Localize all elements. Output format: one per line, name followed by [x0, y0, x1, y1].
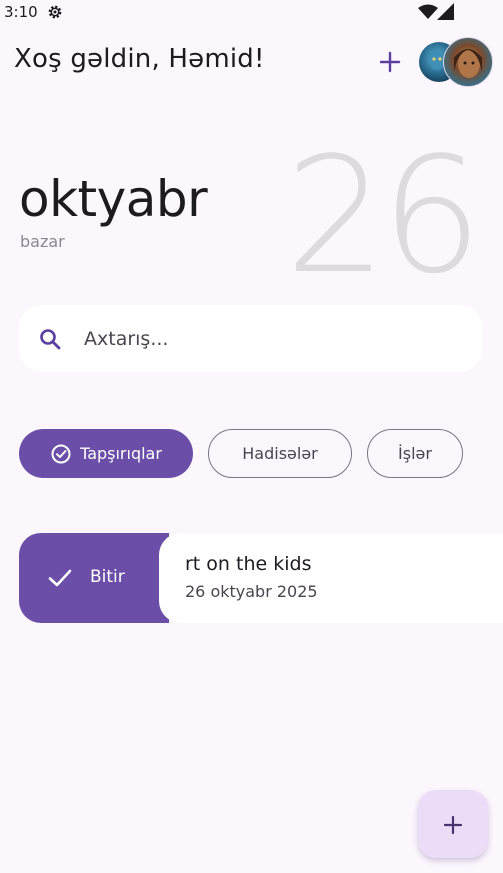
- complete-button-label: Bitir: [90, 567, 125, 587]
- wifi-icon: [418, 4, 438, 19]
- search-icon: [40, 329, 61, 350]
- tab-works-label: İşlər: [398, 444, 432, 463]
- signal-icon: [437, 3, 454, 20]
- greeting-title: Xoş gəldin, Həmid!: [14, 44, 265, 74]
- tab-tasks-label: Tapşırıqlar: [80, 444, 162, 463]
- plus-icon[interactable]: [374, 46, 406, 78]
- month-label: oktyabr: [19, 170, 208, 228]
- avatar[interactable]: [443, 37, 493, 87]
- search-input[interactable]: Axtarış...: [84, 328, 168, 350]
- weekday-label: bazar: [20, 232, 65, 251]
- tab-tasks[interactable]: Tapşırıqlar: [19, 429, 193, 478]
- list-item[interactable]: [159, 533, 503, 623]
- status-time: 3:10: [4, 3, 38, 21]
- tab-events-label: Hadisələr: [242, 444, 318, 463]
- task-title: rt on the kids: [185, 553, 312, 575]
- plus-icon: [443, 815, 463, 835]
- task-date: 26 oktyabr 2025: [185, 582, 318, 601]
- day-number: 26: [285, 122, 483, 309]
- check-icon: [48, 569, 72, 587]
- check-circle-icon: [51, 444, 71, 463]
- avatar-face-icon: [454, 49, 482, 78]
- status-bar: 3:10: [0, 0, 503, 26]
- tab-works[interactable]: İşlər: [367, 429, 463, 478]
- gear-icon: [48, 5, 62, 19]
- tab-events[interactable]: Hadisələr: [208, 429, 352, 478]
